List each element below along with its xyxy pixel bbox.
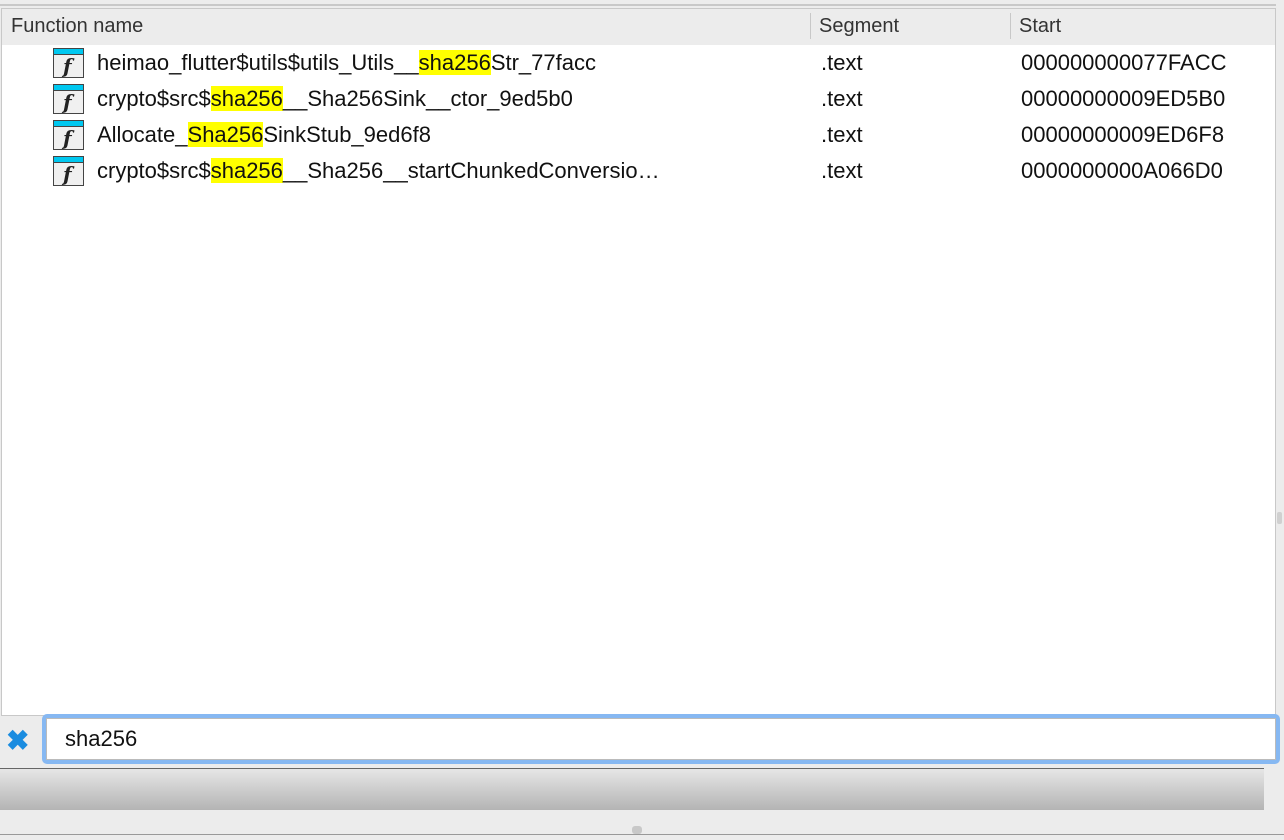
function-icon: f (53, 48, 84, 78)
name-prefix: Allocate_ (97, 122, 188, 147)
start-address-cell: 000000000077FACC (1021, 50, 1227, 75)
function-icon: f (53, 84, 84, 114)
segment-cell: .text (821, 50, 863, 75)
column-header-start[interactable]: Start (1019, 15, 1061, 38)
top-divider (0, 4, 1276, 6)
functions-table[interactable]: Function name Segment Start f heimao_flu… (1, 8, 1276, 716)
search-input[interactable] (46, 718, 1276, 760)
function-name: Allocate_Sha256SinkStub_9ed6f8 (97, 122, 797, 148)
search-match-highlight: sha256 (418, 50, 491, 75)
name-prefix: crypto$src$ (97, 158, 211, 183)
name-prefix: crypto$src$ (97, 86, 211, 111)
table-row[interactable]: f Allocate_Sha256SinkStub_9ed6f8 .text 0… (2, 117, 1275, 153)
clear-icon[interactable]: ✖ (6, 727, 29, 755)
resize-handle[interactable] (1277, 512, 1282, 524)
table-row[interactable]: f heimao_flutter$utils$utils_Utils__sha2… (2, 45, 1275, 81)
table-row[interactable]: f crypto$src$sha256__Sha256Sink__ctor_9e… (2, 81, 1275, 117)
name-suffix: __Sha256__startChunkedConversio… (282, 158, 660, 183)
segment-cell: .text (821, 158, 863, 183)
function-name: crypto$src$sha256__Sha256__startChunkedC… (97, 158, 797, 184)
name-suffix: __Sha256Sink__ctor_9ed5b0 (282, 86, 573, 111)
function-name: heimao_flutter$utils$utils_Utils__sha256… (97, 50, 797, 76)
segment-cell: .text (821, 86, 863, 111)
column-header-function-name[interactable]: Function name (11, 15, 143, 38)
table-row[interactable]: f crypto$src$sha256__Sha256__startChunke… (2, 153, 1275, 189)
start-address-cell: 00000000009ED5B0 (1021, 86, 1226, 111)
bottom-divider (0, 834, 1284, 835)
start-address-cell: 0000000000A066D0 (1021, 158, 1223, 183)
function-icon: f (53, 120, 84, 150)
name-suffix: Str_77facc (490, 50, 596, 75)
splitter-grip[interactable] (632, 826, 642, 834)
segment-cell: .text (821, 122, 863, 147)
name-suffix: SinkStub_9ed6f8 (263, 122, 431, 147)
search-match-highlight: sha256 (210, 158, 283, 183)
search-field-container (42, 714, 1280, 764)
status-bar (0, 768, 1264, 810)
column-header-segment[interactable]: Segment (819, 15, 899, 38)
function-icon: f (53, 156, 84, 186)
start-address-cell: 00000000009ED6F8 (1021, 122, 1225, 147)
search-match-highlight: Sha256 (187, 122, 264, 147)
search-match-highlight: sha256 (210, 86, 283, 111)
table-header: Function name Segment Start (2, 9, 1275, 45)
function-name: crypto$src$sha256__Sha256Sink__ctor_9ed5… (97, 86, 797, 112)
name-prefix: heimao_flutter$utils$utils_Utils__ (97, 50, 419, 75)
